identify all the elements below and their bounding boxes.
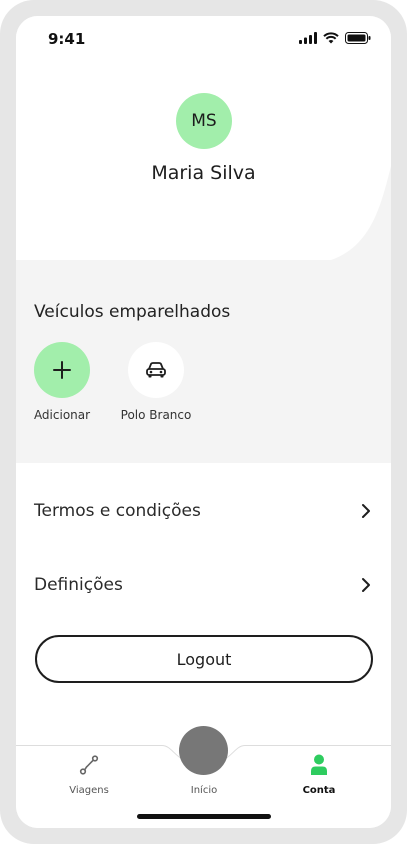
nav-label-conta: Conta <box>302 785 336 796</box>
vehicles-section: Veículos emparelhados Adicionar Polo Bra… <box>16 260 391 463</box>
nav-item-inicio[interactable]: Início <box>164 753 244 796</box>
route-icon <box>79 755 99 775</box>
screen: 9:41 MS Maria Silva Veículos emparelhado… <box>16 16 391 828</box>
terms-row[interactable]: Termos e condições <box>16 486 391 536</box>
add-vehicle-label: Adicionar <box>33 408 91 422</box>
battery-icon <box>345 32 371 44</box>
nav-label-viagens: Viagens <box>69 785 109 796</box>
car-icon <box>146 362 166 378</box>
chevron-right-icon <box>362 578 370 592</box>
nav-item-viagens[interactable]: Viagens <box>49 753 129 796</box>
avatar-initials: MS <box>191 111 217 131</box>
vehicle-item[interactable]: Polo Branco <box>111 342 201 422</box>
add-vehicle-button[interactable] <box>34 342 90 398</box>
person-icon <box>311 754 327 775</box>
nav-item-conta[interactable]: Conta <box>279 753 359 796</box>
terms-label: Termos e condições <box>34 501 201 521</box>
avatar[interactable]: MS <box>176 93 232 149</box>
add-vehicle[interactable]: Adicionar <box>17 342 107 422</box>
signal-icon <box>299 32 317 44</box>
device-frame: 9:41 MS Maria Silva Veículos emparelhado… <box>0 0 407 844</box>
status-time: 9:41 <box>48 30 86 48</box>
user-name: Maria Silva <box>151 162 256 184</box>
settings-label: Definições <box>34 575 123 595</box>
settings-row[interactable]: Definições <box>16 560 391 610</box>
logout-button[interactable]: Logout <box>35 635 373 683</box>
status-icons <box>299 32 371 44</box>
vehicle-label: Polo Branco <box>120 408 192 422</box>
section-title: Veículos emparelhados <box>34 302 231 322</box>
home-icon <box>192 753 216 777</box>
home-indicator <box>137 814 271 819</box>
wifi-icon <box>323 32 339 44</box>
plus-icon <box>53 361 71 379</box>
vehicle-button[interactable] <box>128 342 184 398</box>
chevron-right-icon <box>362 504 370 518</box>
nav-label-inicio: Início <box>190 785 218 796</box>
